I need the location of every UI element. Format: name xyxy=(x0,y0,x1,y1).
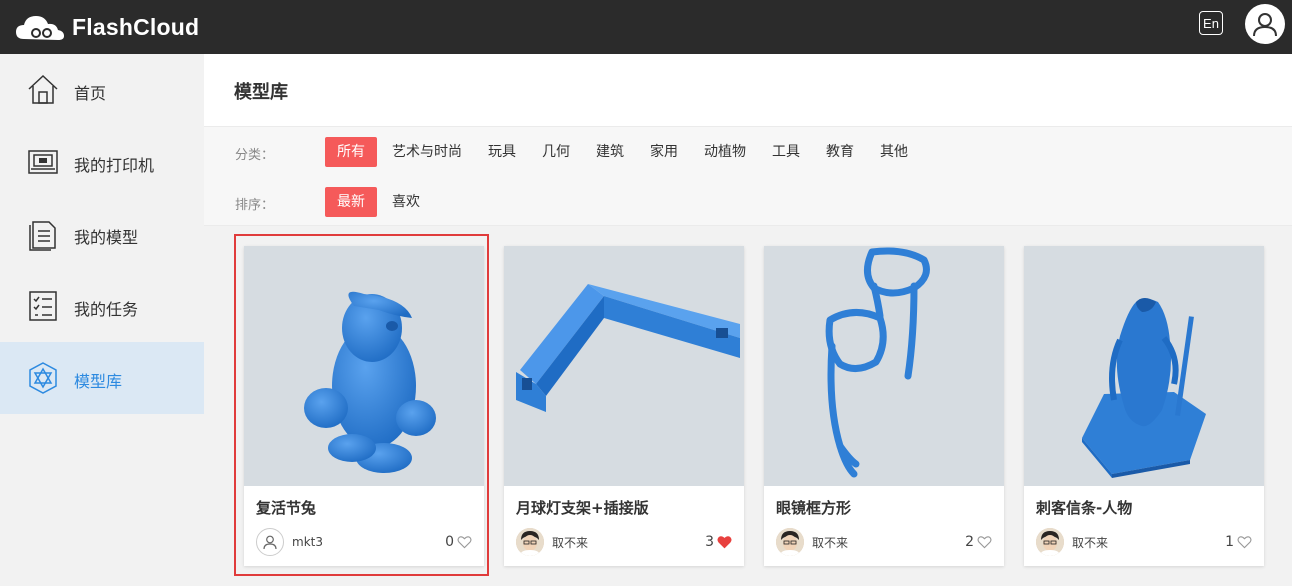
author-name: 取不来 xyxy=(812,535,849,550)
sidebar-item-label: 首页 xyxy=(74,84,107,103)
author-name: mkt3 xyxy=(292,535,323,549)
heart-outline-icon xyxy=(1237,536,1252,549)
model-title[interactable]: 眼镜框方形 xyxy=(776,497,851,518)
model-library-icon xyxy=(29,362,57,394)
heart-outline-icon xyxy=(977,536,992,549)
category-option-all[interactable]: 所有 xyxy=(325,137,377,167)
model-card[interactable]: 复活节兔 mkt3 0 xyxy=(244,246,484,566)
bunny-model-image xyxy=(304,291,436,473)
category-option-other[interactable]: 其他 xyxy=(868,137,920,167)
model-author[interactable]: 取不来 xyxy=(516,528,588,556)
model-thumbnail[interactable] xyxy=(244,246,484,486)
cloud-logo-icon xyxy=(16,16,64,40)
like-count[interactable]: 3 xyxy=(705,534,732,550)
sort-filter-row: 排序： 最新 喜欢 xyxy=(204,187,1292,217)
category-option-geometry[interactable]: 几何 xyxy=(530,137,582,167)
category-option-architecture[interactable]: 建筑 xyxy=(584,137,636,167)
model-card[interactable]: 眼镜框方形 取不来 2 xyxy=(764,246,1004,566)
author-avatar xyxy=(516,528,544,556)
like-count[interactable]: 1 xyxy=(1225,534,1252,550)
filter-panel: 分类： 所有 艺术与时尚 玩具 几何 建筑 家用 动植物 工具 教育 其他 排序… xyxy=(204,126,1292,226)
language-toggle-button[interactable]: En xyxy=(1199,11,1223,35)
sort-option-liked[interactable]: 喜欢 xyxy=(380,187,432,217)
sort-label: 排序： xyxy=(235,198,275,213)
person-photo-icon xyxy=(516,528,544,556)
model-thumbnail[interactable] xyxy=(504,246,744,486)
category-option-toys[interactable]: 玩具 xyxy=(476,137,528,167)
person-photo-icon xyxy=(776,528,804,556)
category-option-tools[interactable]: 工具 xyxy=(760,137,812,167)
sidebar-item-label: 我的模型 xyxy=(74,228,139,247)
sidebar-item-my-models[interactable]: 我的模型 xyxy=(0,198,204,270)
author-name: 取不来 xyxy=(552,535,589,550)
heart-outline-icon xyxy=(457,536,472,549)
author-avatar xyxy=(1036,528,1064,556)
document-icon xyxy=(29,221,56,251)
glasses-frame-model-image xyxy=(825,247,930,478)
person-photo-icon xyxy=(1036,528,1064,556)
user-icon xyxy=(263,535,277,550)
model-title[interactable]: 复活节兔 xyxy=(256,497,316,518)
model-author[interactable]: 取不来 xyxy=(1036,528,1108,556)
brand-name: FlashCloud xyxy=(72,13,200,40)
category-option-education[interactable]: 教育 xyxy=(814,137,866,167)
sidebar-item-label: 模型库 xyxy=(74,372,123,391)
heart-filled-icon xyxy=(717,536,732,549)
sidebar-item-label: 我的任务 xyxy=(74,300,139,319)
logo[interactable]: FlashCloud xyxy=(14,8,199,46)
model-grid: 复活节兔 mkt3 0 月球灯支架+插接版 取不来 3 眼镜框方形 取不来 2 … xyxy=(204,226,1292,586)
lamp-stand-model-image xyxy=(516,284,740,412)
task-list-icon xyxy=(29,291,57,321)
like-number: 3 xyxy=(705,534,714,550)
user-avatar-button[interactable] xyxy=(1245,4,1285,44)
sidebar-item-home[interactable]: 首页 xyxy=(0,54,204,126)
like-count[interactable]: 2 xyxy=(965,534,992,550)
category-filter-row: 分类： 所有 艺术与时尚 玩具 几何 建筑 家用 动植物 工具 教育 其他 xyxy=(204,137,1292,167)
like-number: 1 xyxy=(1225,534,1234,550)
like-number: 0 xyxy=(445,534,454,550)
model-card[interactable]: 月球灯支架+插接版 取不来 3 xyxy=(504,246,744,566)
author-avatar xyxy=(256,528,284,556)
category-option-household[interactable]: 家用 xyxy=(638,137,690,167)
model-author[interactable]: mkt3 xyxy=(256,528,323,556)
model-thumbnail[interactable] xyxy=(1024,246,1264,486)
model-title[interactable]: 月球灯支架+插接版 xyxy=(516,497,649,518)
sidebar-item-my-tasks[interactable]: 我的任务 xyxy=(0,270,204,342)
page-title: 模型库 xyxy=(234,82,288,103)
model-author[interactable]: 取不来 xyxy=(776,528,848,556)
sidebar: 首页 我的打印机 我的模型 我的任务 模型库 xyxy=(0,54,204,586)
home-icon xyxy=(28,74,58,104)
model-title[interactable]: 刺客信条-人物 xyxy=(1036,497,1132,518)
top-bar: FlashCloud En xyxy=(0,0,1292,54)
sort-option-newest[interactable]: 最新 xyxy=(325,187,377,217)
user-icon xyxy=(1253,13,1277,37)
category-option-animals-plants[interactable]: 动植物 xyxy=(692,137,758,167)
like-number: 2 xyxy=(965,534,974,550)
author-name: 取不来 xyxy=(1072,535,1109,550)
printer-icon xyxy=(28,150,58,174)
author-avatar xyxy=(776,528,804,556)
sidebar-item-model-library[interactable]: 模型库 xyxy=(0,342,204,414)
category-label: 分类： xyxy=(235,148,275,163)
category-option-art-fashion[interactable]: 艺术与时尚 xyxy=(380,137,474,167)
model-card[interactable]: 刺客信条-人物 取不来 1 xyxy=(1024,246,1264,566)
sidebar-item-my-printer[interactable]: 我的打印机 xyxy=(0,126,204,198)
assassin-figure-model-image xyxy=(1082,298,1206,478)
model-thumbnail[interactable] xyxy=(764,246,1004,486)
sidebar-item-label: 我的打印机 xyxy=(74,156,155,175)
like-count[interactable]: 0 xyxy=(445,534,472,550)
main-content: 模型库 分类： 所有 艺术与时尚 玩具 几何 建筑 家用 动植物 工具 教育 其… xyxy=(204,54,1292,586)
